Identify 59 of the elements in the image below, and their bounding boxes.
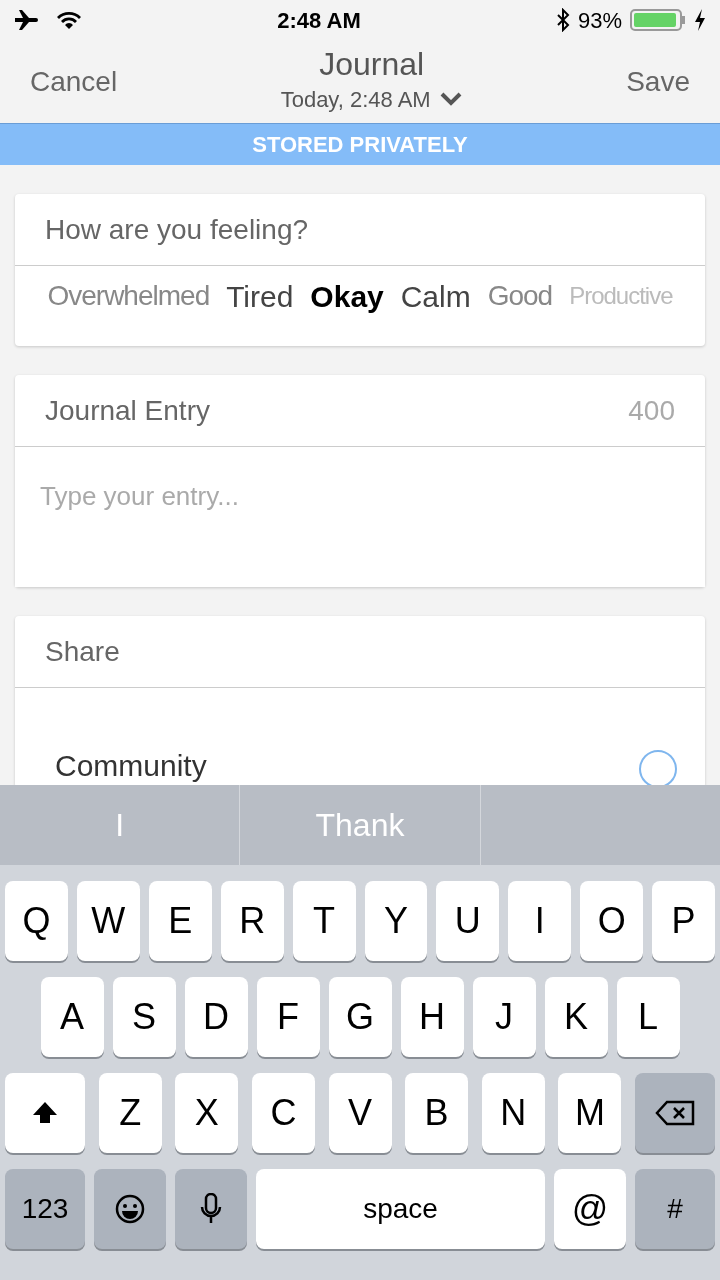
delete-icon	[655, 1099, 695, 1127]
keyboard-key[interactable]: B	[405, 1073, 469, 1153]
keyboard-key[interactable]: P	[652, 881, 716, 961]
keyboard-key[interactable]: Z	[98, 1073, 162, 1153]
keyboard-key[interactable]: H	[400, 977, 464, 1057]
keyboard-key[interactable]: S	[112, 977, 176, 1057]
entry-field[interactable]: Type your entry...	[15, 447, 705, 587]
keyboard-key[interactable]: R	[220, 881, 284, 961]
wifi-icon	[56, 10, 82, 30]
keyboard-key[interactable]: A	[40, 977, 104, 1057]
mood-option[interactable]: Tired	[226, 273, 294, 319]
mood-option[interactable]: Okay	[310, 273, 384, 319]
keyboard-key[interactable]: N	[481, 1073, 545, 1153]
emoji-icon	[115, 1194, 145, 1224]
keyboard-key[interactable]: Y	[364, 881, 428, 961]
keyboard-key[interactable]: 123	[5, 1169, 85, 1249]
keyboard-key[interactable]: F	[256, 977, 320, 1057]
mic-key[interactable]	[175, 1169, 247, 1249]
keyboard-key[interactable]: O	[580, 881, 644, 961]
battery-icon	[630, 8, 686, 32]
keyboard-key[interactable]: J	[472, 977, 536, 1057]
keyboard-key[interactable]: D	[184, 977, 248, 1057]
microphone-icon	[199, 1193, 223, 1225]
option-label: Community	[55, 748, 207, 784]
mood-option[interactable]: Calm	[400, 273, 471, 319]
keyboard-key[interactable]: @	[554, 1169, 626, 1249]
keyboard-key[interactable]: I	[508, 881, 572, 961]
bluetooth-icon	[555, 8, 570, 32]
space-key[interactable]: space	[256, 1169, 545, 1249]
keyboard-key[interactable]: #	[635, 1169, 715, 1249]
keyboard-key[interactable]: V	[328, 1073, 392, 1153]
save-button[interactable]: Save	[626, 60, 690, 103]
keyboard-key[interactable]: C	[251, 1073, 315, 1153]
keyboard-key[interactable]: T	[292, 881, 356, 961]
date-selector[interactable]: Today, 2:48 AM	[280, 82, 463, 116]
keyboard-key[interactable]: M	[558, 1073, 622, 1153]
keyboard-key[interactable]: Q	[4, 881, 68, 961]
screen-title: Journal	[319, 47, 425, 83]
mood-option[interactable]: Good	[487, 275, 553, 317]
keyboard-key[interactable]: K	[544, 977, 608, 1057]
emoji-key[interactable]	[94, 1169, 166, 1249]
card-title: Journal Entry	[45, 393, 210, 428]
privacy-banner: STORED PRIVATELY	[0, 123, 720, 165]
keyboard-key[interactable]: U	[436, 881, 500, 961]
keyboard-key[interactable]: G	[328, 977, 392, 1057]
keyboard-key[interactable]: W	[76, 881, 140, 961]
keyboard-key[interactable]: X	[175, 1073, 239, 1153]
mood-option[interactable]: Overwhelmed	[47, 275, 210, 317]
character-counter: 400	[628, 393, 675, 428]
cancel-button[interactable]: Cancel	[30, 60, 118, 103]
shift-key[interactable]	[5, 1073, 85, 1153]
battery-percent: 93%	[577, 6, 622, 35]
delete-key[interactable]	[635, 1073, 715, 1153]
keyboard-key[interactable]: L	[616, 977, 680, 1057]
chevron-down-icon	[438, 91, 463, 108]
card-title: How are you feeling?	[15, 194, 705, 266]
card-title: Share	[15, 616, 705, 688]
keyboard-key[interactable]: E	[148, 881, 212, 961]
status-time: 2:48 AM	[277, 6, 361, 35]
